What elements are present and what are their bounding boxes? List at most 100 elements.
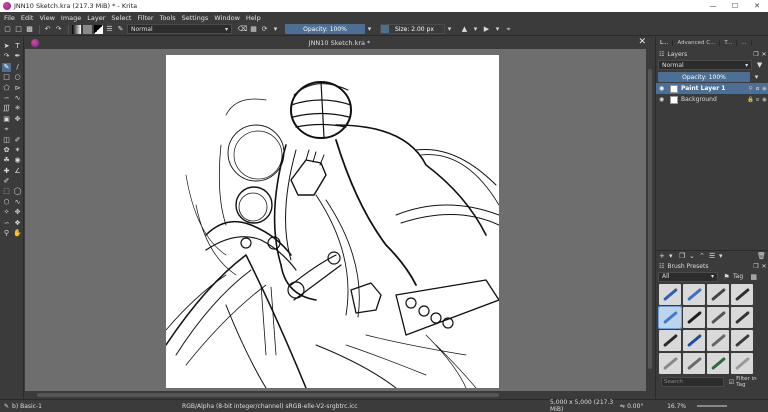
maximize-button[interactable]: ☐	[724, 2, 746, 10]
brush-preset-thumbnail[interactable]	[683, 330, 705, 351]
close-document-button[interactable]: ✕	[638, 37, 646, 47]
brush-preset-thumbnail[interactable]	[707, 284, 729, 305]
pattern-swatch[interactable]	[83, 24, 92, 34]
layer-opacity-slider[interactable]: Opacity: 100%	[658, 72, 750, 82]
drawing-canvas[interactable]	[166, 55, 499, 388]
bezier-select-icon[interactable]: ∽	[2, 219, 11, 228]
bezier-tool-icon[interactable]: ∽	[2, 94, 11, 103]
inherit-alpha-icon[interactable]: ◉	[761, 86, 768, 92]
polygon-tool-icon[interactable]: ⬠	[2, 84, 11, 93]
brush-preset-thumbnail[interactable]	[707, 353, 729, 374]
chevron-down-icon[interactable]: ▾	[669, 252, 679, 260]
multibrush-icon[interactable]: ✳	[13, 104, 22, 113]
text-tool-icon[interactable]: T	[13, 42, 22, 51]
brush-preset-thumbnail[interactable]	[659, 284, 681, 305]
alpha-lock-icon[interactable]: α	[754, 97, 761, 103]
tab-advanced-color[interactable]: Advanced C...	[673, 40, 721, 46]
brush-preset-thumbnail[interactable]	[731, 330, 753, 351]
transform-tool-icon[interactable]: ▣	[2, 115, 11, 124]
menu-tools[interactable]: Tools	[160, 14, 176, 22]
brush-preset-thumbnail[interactable]	[658, 306, 682, 329]
alpha-lock-icon[interactable]: α	[754, 86, 761, 92]
colorize-mask-icon[interactable]: ✿	[2, 146, 11, 155]
checkbox-icon[interactable]: ☑	[729, 379, 734, 386]
tag-label[interactable]: Tag	[733, 273, 743, 280]
lock-icon[interactable]: ⚲	[747, 86, 754, 92]
horizontal-scrollbar[interactable]	[25, 391, 654, 399]
layer-row[interactable]: ◉ Background 🔒 α ◉	[656, 94, 768, 105]
color-picker-icon[interactable]: ✐	[13, 136, 22, 145]
gradient-tool-icon[interactable]: ◫	[2, 136, 11, 145]
undo-icon[interactable]: ↶	[43, 25, 52, 34]
close-dock-icon[interactable]: ✕	[760, 263, 768, 270]
brush-preset-thumbnail[interactable]	[731, 307, 753, 328]
brush-preset-thumbnail[interactable]	[707, 330, 729, 351]
zoom-tool-icon[interactable]: ⚲	[2, 229, 11, 238]
brush-preset-thumbnail[interactable]	[659, 330, 681, 351]
menu-help[interactable]: Help	[246, 14, 261, 22]
chevron-down-icon[interactable]: ▾	[271, 25, 280, 34]
brush-size-slider[interactable]: Size: 2.00 px	[380, 24, 445, 34]
close-window-button[interactable]: ✕	[746, 2, 768, 10]
fill-tool-icon[interactable]: ☘	[2, 156, 11, 165]
brush-preset-thumbnail[interactable]	[683, 284, 705, 305]
float-dock-icon[interactable]: ❐	[752, 263, 760, 270]
chevron-down-icon[interactable]: ▾	[719, 252, 729, 260]
polygon-select-icon[interactable]: ⬡	[2, 198, 11, 207]
fg-bg-color-swatch[interactable]	[94, 24, 103, 34]
save-icon[interactable]: ▩	[25, 25, 34, 34]
layer-properties-icon[interactable]: ☰	[709, 252, 719, 260]
add-layer-icon[interactable]: +	[659, 252, 669, 260]
close-dock-icon[interactable]: ✕	[760, 51, 768, 58]
brush-preset-thumbnail[interactable]	[707, 307, 729, 328]
blend-mode-select[interactable]: Normal ▾	[127, 24, 232, 34]
freehand-select-icon[interactable]: ∿	[13, 198, 22, 207]
ellipse-select-icon[interactable]: ◯	[13, 187, 22, 196]
menu-layer[interactable]: Layer	[87, 14, 105, 22]
rotation-icon[interactable]: ⇋	[620, 403, 625, 410]
polyline-tool-icon[interactable]: ⊳	[13, 84, 22, 93]
eraser-icon[interactable]: ⌫	[238, 25, 248, 34]
tab-tool-options[interactable]: T...	[720, 40, 738, 46]
chevron-down-icon[interactable]: ▾	[445, 25, 454, 34]
duplicate-layer-icon[interactable]: ❐	[679, 252, 689, 260]
select-shape-icon[interactable]: ➤	[2, 42, 11, 51]
rect-select-icon[interactable]: ⬚	[2, 187, 11, 196]
minimize-button[interactable]: —	[702, 2, 724, 10]
magnetic-select-icon[interactable]: ❖	[13, 219, 22, 228]
smart-patch-icon[interactable]: ✶	[13, 146, 22, 155]
document-tab[interactable]: JNN10 Sketch.kra * ✕	[25, 37, 654, 49]
wrap-around-icon[interactable]: ⌖	[504, 25, 513, 34]
layer-blend-mode-select[interactable]: Normal ▾	[658, 60, 753, 70]
layer-list-empty-space[interactable]	[656, 105, 768, 250]
menu-image[interactable]: Image	[61, 14, 81, 22]
opacity-slider[interactable]: Opacity: 100%	[285, 24, 365, 34]
filter-icon[interactable]: ▼	[755, 61, 764, 70]
chevron-down-icon[interactable]: ▾	[365, 25, 374, 34]
layer-row[interactable]: ◉ Paint Layer 1 ⚲ α ◉	[656, 83, 768, 94]
visibility-eye-icon[interactable]: ◉	[659, 85, 667, 92]
brush-preset-thumbnail[interactable]	[683, 307, 705, 328]
redo-icon[interactable]: ↷	[54, 25, 63, 34]
status-rotation[interactable]: 0.00°	[627, 403, 667, 410]
open-document-icon[interactable]: □	[14, 25, 23, 34]
enclose-fill-icon[interactable]: ◉	[13, 156, 22, 165]
menu-filter[interactable]: Filter	[137, 14, 153, 22]
contiguous-select-icon[interactable]: ✧	[2, 208, 11, 217]
rectangle-tool-icon[interactable]: □	[2, 73, 11, 82]
brush-preset-icon[interactable]: ✎	[116, 25, 125, 34]
dynamic-brush-icon[interactable]: ∭	[2, 104, 11, 113]
tab-layers[interactable]: L...	[656, 40, 674, 46]
assistant-tool-icon[interactable]: ✚	[2, 167, 11, 176]
lock-icon[interactable]: 🔒	[747, 97, 754, 103]
brush-preset-thumbnail[interactable]	[731, 353, 753, 374]
mirror-vertical-icon[interactable]: ▶	[482, 25, 491, 34]
calligraphy-icon[interactable]: ✒	[13, 52, 22, 61]
vertical-scrollbar[interactable]	[646, 49, 654, 391]
brush-preset-thumbnail[interactable]	[683, 353, 705, 374]
zoom-slider[interactable]	[697, 405, 728, 407]
brush-preset-thumbnail[interactable]	[659, 353, 681, 374]
crop-tool-icon[interactable]: ⌖	[2, 125, 11, 134]
line-tool-icon[interactable]: ∕	[13, 63, 22, 72]
pan-tool-icon[interactable]: ✋	[13, 229, 22, 238]
